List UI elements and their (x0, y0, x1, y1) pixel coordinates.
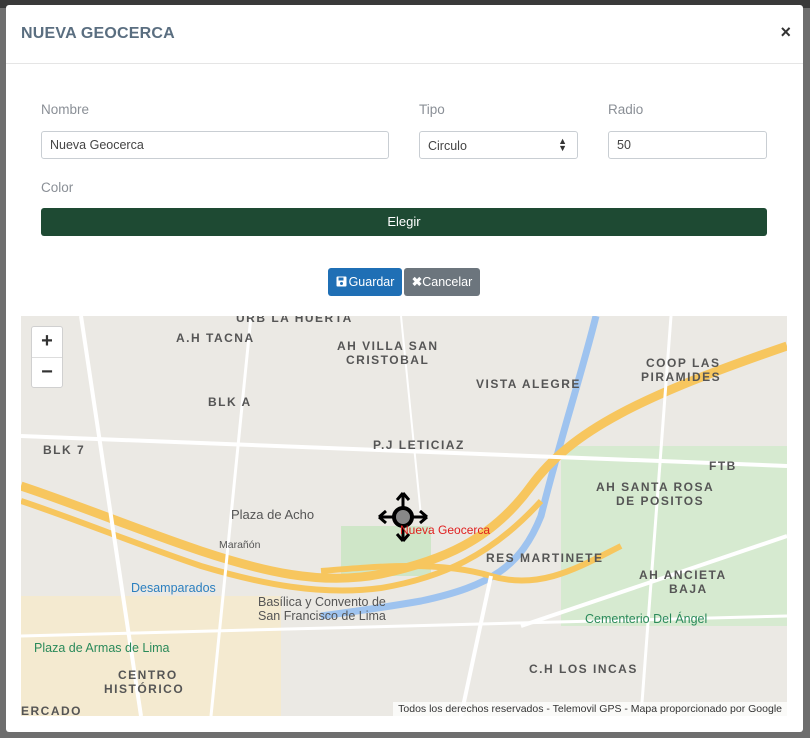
map-label-ah-santa-rosa-1: AH SANTA ROSA (596, 480, 715, 494)
new-geofence-modal: NUEVA GEOCERCA × Nombre Tipo Circulo ▲▼ … (6, 5, 803, 732)
poi-maranon: Marañón (219, 539, 261, 551)
map-view[interactable]: A.H TACNA URB LA HUERTA AH VILLA SAN CRI… (21, 316, 787, 716)
radio-label: Radio (608, 102, 644, 117)
close-icon[interactable]: × (780, 22, 791, 43)
poi-plaza-de-acho: Plaza de Acho (231, 507, 315, 522)
map-label-vista-alegre: VISTA ALEGRE (476, 377, 581, 391)
map-label-res-martinete: RES MARTINETE (486, 551, 604, 565)
map-label-ah-ancieta-2: BAJA (669, 582, 708, 596)
map-label-ch-los-incas: C.H LOS INCAS (529, 662, 638, 676)
map-label-centro-historico-1: CENTRO (118, 668, 178, 682)
save-button[interactable]: Guardar (328, 268, 402, 296)
map-label-ah-villa-san-cristobal-1: AH VILLA SAN (337, 339, 439, 353)
color-label: Color (41, 180, 74, 195)
zoom-controls: + − (31, 326, 63, 388)
map-label-coop-las-piramides-1: COOP LAS (646, 356, 721, 370)
color-picker-button[interactable]: Elegir (41, 208, 767, 236)
zoom-in-button[interactable]: + (32, 327, 62, 358)
map-attribution: Todos los derechos reservados - Telemovi… (393, 702, 787, 716)
tipo-select[interactable]: Circulo ▲ ▼ (419, 131, 578, 159)
tipo-select-value: Circulo (428, 139, 467, 153)
poi-basilica-1: Basílica y Convento de (258, 595, 386, 609)
poi-desamparados: Desamparados (131, 581, 216, 595)
map-label-ftb: FTB (709, 459, 737, 473)
map-label-blk-a: BLK A (208, 395, 252, 409)
save-icon (336, 276, 347, 287)
radio-input[interactable] (608, 131, 767, 159)
map-label-coop-las-piramides-2: PIRAMIDES (641, 370, 722, 384)
x-icon: ✖ (411, 275, 423, 289)
tipo-label: Tipo (419, 102, 445, 117)
zoom-out-button[interactable]: − (32, 358, 62, 388)
map-label-blk-7: BLK 7 (43, 443, 86, 457)
modal-title: NUEVA GEOCERCA (21, 25, 175, 42)
nombre-input[interactable] (41, 131, 389, 159)
map-label-ah-santa-rosa-2: DE POSITOS (616, 494, 705, 508)
map-label-pj-leticia: P.J LETICIAZ (373, 438, 465, 452)
map-label-ah-ancieta-1: AH ANCIETA (639, 568, 727, 582)
select-arrows-icon: ▲ ▼ (558, 136, 567, 153)
poi-cementerio: Cementerio Del Ángel (585, 612, 708, 626)
map-label-centro-historico-2: HISTÓRICO (104, 682, 185, 696)
geofence-label: Nueva Geocerca (400, 523, 491, 537)
cancel-button[interactable]: ✖Cancelar (404, 268, 480, 296)
map-label-mercado: ERCADO (21, 704, 83, 716)
cancel-button-label: Cancelar (422, 275, 473, 289)
map-label-ah-tacna: A.H TACNA (176, 331, 255, 345)
save-button-label: Guardar (348, 275, 395, 289)
poi-plaza-de-armas: Plaza de Armas de Lima (34, 641, 170, 655)
poi-basilica-2: San Francisco de Lima (258, 609, 386, 623)
map-label-ah-villa-san-cristobal-2: CRISTOBAL (346, 353, 430, 367)
modal-header: NUEVA GEOCERCA × (6, 5, 803, 64)
nombre-label: Nombre (41, 102, 90, 117)
map-label-urb-la-huerta: URB LA HUERTA (236, 316, 353, 325)
